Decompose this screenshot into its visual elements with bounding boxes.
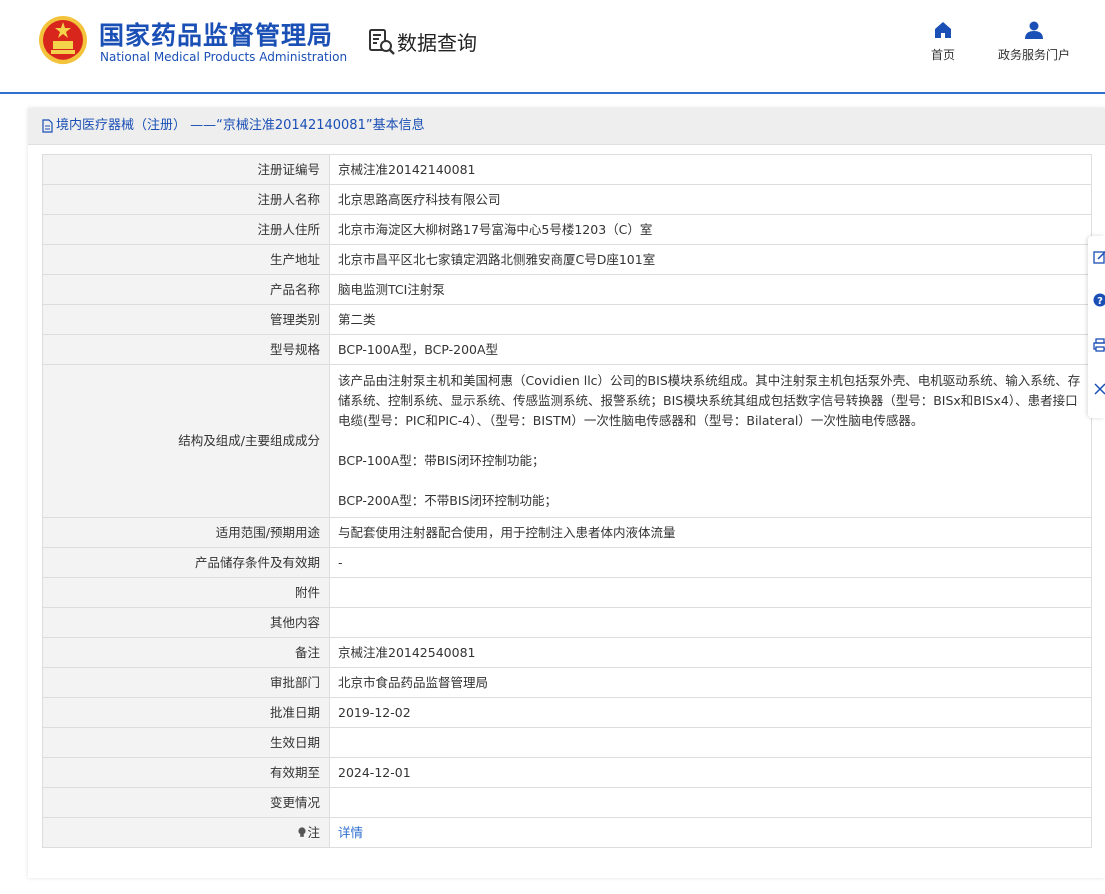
row-value [329,727,1092,758]
home-icon [935,22,951,38]
row-value: 北京市食品药品监督管理局 [329,667,1092,698]
details-link[interactable]: 详情 [338,825,363,840]
row-value: 京械注准20142540081 [329,637,1092,668]
row-value: BCP-100A型，BCP-200A型 [329,334,1092,365]
row-value: - [329,547,1092,578]
lightbulb-icon [298,826,307,837]
row-label: 批准日期 [42,697,330,728]
row-label: 注册人名称 [42,184,330,215]
row-label: 注册证编号 [42,154,330,185]
side-toolbar: ? [1088,236,1105,418]
structure-description: 该产品由注射泵主机和美国柯惠（Covidien llc）公司的BIS模块系统组成… [338,373,1081,428]
row-value: 第二类 [329,304,1092,335]
registration-info-table: 注册证编号 京械注准20142140081 注册人名称 北京思路高医疗科技有限公… [42,154,1092,848]
table-row: 注册证编号 京械注准20142140081 [42,154,1092,185]
row-label: 生产地址 [42,244,330,275]
nav-home[interactable]: 首页 [922,20,964,63]
structure-model-200a: BCP-200A型：不带BIS闭环控制功能； [338,493,557,508]
row-label: 附件 [42,577,330,608]
row-label: 产品名称 [42,274,330,305]
national-emblem-icon [39,16,87,64]
row-label: 管理类别 [42,304,330,335]
table-row: 备注 京械注准20142540081 [42,637,1092,668]
row-value-structure: 该产品由注射泵主机和美国柯惠（Covidien llc）公司的BIS模块系统组成… [329,364,1092,518]
row-value: 与配套使用注射器配合使用，用于控制注入患者体内液体流量 [329,517,1092,548]
table-row: 其他内容 [42,607,1092,638]
nav-service-portal-label: 政务服务门户 [997,48,1070,62]
panel-header: 境内医疗器械（注册） ——“京械注准20142140081”基本信息 [28,108,1105,145]
row-label: 注册人住所 [42,214,330,245]
row-value: 京械注准20142140081 [329,154,1092,185]
row-label: 产品储存条件及有效期 [42,547,330,578]
table-row: 变更情况 [42,787,1092,818]
table-row: 管理类别 第二类 [42,304,1092,335]
table-row: 批准日期 2019-12-02 [42,697,1092,728]
close-icon[interactable] [1093,382,1105,396]
table-row: 适用范围/预期用途 与配套使用注射器配合使用，用于控制注入患者体内液体流量 [42,517,1092,548]
row-label: 审批部门 [42,667,330,698]
table-row: 产品储存条件及有效期 - [42,547,1092,578]
site-header: 国家药品监督管理局 National Medical Products Admi… [0,0,1105,94]
row-label: 变更情况 [42,787,330,818]
row-label: 结构及组成/主要组成成分 [42,364,330,518]
document-icon [42,119,53,133]
note-label: 注 [307,824,320,840]
edit-icon[interactable] [1093,250,1105,264]
row-label: 适用范围/预期用途 [42,517,330,548]
org-name-cn: 国家药品监督管理局 [99,21,334,50]
user-icon [1025,21,1043,39]
section-title: 数据查询 [397,31,477,55]
row-label: 有效期至 [42,757,330,788]
row-label-note: 注 [42,817,330,848]
row-value: 北京思路高医疗科技有限公司 [329,184,1092,215]
nav-service-portal[interactable]: 政务服务门户 [990,20,1078,63]
panel-title: 境内医疗器械（注册） ——“京械注准20142140081”基本信息 [56,118,425,133]
row-value: 北京市海淀区大柳树路17号富海中心5号楼1203（C）室 [329,214,1092,245]
nav-home-label: 首页 [930,48,955,62]
table-row: 注册人名称 北京思路高医疗科技有限公司 [42,184,1092,215]
table-row: 结构及组成/主要组成成分 该产品由注射泵主机和美国柯惠（Covidien llc… [42,364,1092,518]
row-value: 北京市昌平区北七家镇定泗路北侧雅安商厦C号D座101室 [329,244,1092,275]
table-row: 产品名称 脑电监测TCI注射泵 [42,274,1092,305]
data-query-icon [369,29,395,55]
help-icon[interactable]: ? [1093,293,1105,307]
table-row: 生产地址 北京市昌平区北七家镇定泗路北侧雅安商厦C号D座101室 [42,244,1092,275]
table-row: 生效日期 [42,727,1092,758]
row-value: 脑电监测TCI注射泵 [329,274,1092,305]
org-name-en: National Medical Products Administration [100,50,348,64]
svg-text:?: ? [1097,296,1103,307]
row-value: 2024-12-01 [329,757,1092,788]
row-value: 2019-12-02 [329,697,1092,728]
table-row: 有效期至 2024-12-01 [42,757,1092,788]
row-value [329,607,1092,638]
table-row: 注册人住所 北京市海淀区大柳树路17号富海中心5号楼1203（C）室 [42,214,1092,245]
table-row: 附件 [42,577,1092,608]
table-row: 审批部门 北京市食品药品监督管理局 [42,667,1092,698]
row-label: 其他内容 [42,607,330,638]
detail-panel: 境内医疗器械（注册） ——“京械注准20142140081”基本信息 注册证编号… [28,108,1105,878]
structure-model-100a: BCP-100A型：带BIS闭环控制功能； [338,453,545,468]
row-value [329,577,1092,608]
table-row: 注 详情 [42,817,1092,848]
row-value [329,787,1092,818]
print-icon[interactable] [1093,338,1105,352]
table-row: 型号规格 BCP-100A型，BCP-200A型 [42,334,1092,365]
row-label: 备注 [42,637,330,668]
row-value: 详情 [329,817,1092,848]
row-label: 型号规格 [42,334,330,365]
row-label: 生效日期 [42,727,330,758]
